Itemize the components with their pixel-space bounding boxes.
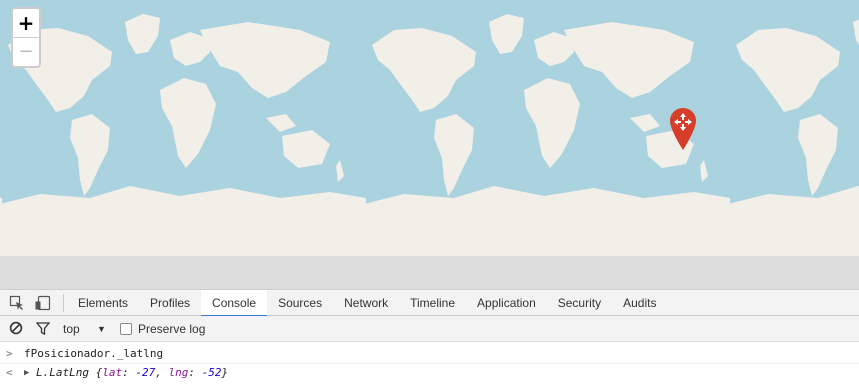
devtools-tabbar: Elements Profiles Console Sources Networ… xyxy=(0,289,859,317)
preserve-log-checkbox[interactable] xyxy=(120,323,132,335)
lng-key: lng xyxy=(168,366,189,379)
clear-console-icon[interactable] xyxy=(9,321,23,335)
tab-console[interactable]: Console xyxy=(201,290,268,317)
toolbar-divider xyxy=(63,294,64,312)
devtools-tabs: Elements Profiles Console Sources Networ… xyxy=(67,290,667,317)
input-prompt-icon: > xyxy=(6,347,13,360)
map-view[interactable]: + − xyxy=(0,0,859,256)
tab-elements[interactable]: Elements xyxy=(67,290,139,316)
tab-application[interactable]: Application xyxy=(466,290,547,316)
tab-profiles[interactable]: Profiles xyxy=(139,290,201,316)
chevron-down-icon[interactable]: ▼ xyxy=(97,316,106,342)
zoom-in-button[interactable]: + xyxy=(13,9,39,38)
context-selector[interactable]: top xyxy=(63,316,80,342)
console-output: > fPosicionador._latlng < ▶ L.LatLng {la… xyxy=(0,345,859,382)
device-toolbar-icon[interactable] xyxy=(35,295,51,316)
tab-timeline[interactable]: Timeline xyxy=(399,290,466,316)
devtools-panel: Elements Profiles Console Sources Networ… xyxy=(0,289,859,388)
tab-sources[interactable]: Sources xyxy=(267,290,333,316)
lat-value: -27 xyxy=(135,366,156,379)
expand-triangle-icon[interactable]: ▶ xyxy=(24,364,29,382)
console-command: fPosicionador._latlng xyxy=(24,347,164,360)
inspect-element-icon[interactable] xyxy=(9,295,25,316)
output-prompt-icon: < xyxy=(6,366,13,379)
tab-audits[interactable]: Audits xyxy=(612,290,667,316)
zoom-control: + − xyxy=(11,7,41,68)
preserve-log-label[interactable]: Preserve log xyxy=(138,316,205,342)
result-object[interactable]: L.LatLng {lat: -27, lng: -52} xyxy=(36,364,228,382)
map-marker[interactable] xyxy=(670,108,696,155)
filter-icon[interactable] xyxy=(35,322,51,336)
lat-key: lat xyxy=(102,366,123,379)
map-footer-area xyxy=(0,256,859,289)
lng-value: -52 xyxy=(201,366,222,379)
console-result-line: < ▶ L.LatLng {lat: -27, lng: -52} xyxy=(0,363,859,382)
console-toolbar: top ▼ Preserve log xyxy=(0,316,859,342)
tab-security[interactable]: Security xyxy=(547,290,612,316)
console-input-line: > fPosicionador._latlng xyxy=(0,345,859,363)
world-map-tiles xyxy=(0,14,859,256)
zoom-out-button[interactable]: − xyxy=(13,38,39,66)
tab-network[interactable]: Network xyxy=(333,290,399,316)
map-pin-icon xyxy=(670,108,696,150)
